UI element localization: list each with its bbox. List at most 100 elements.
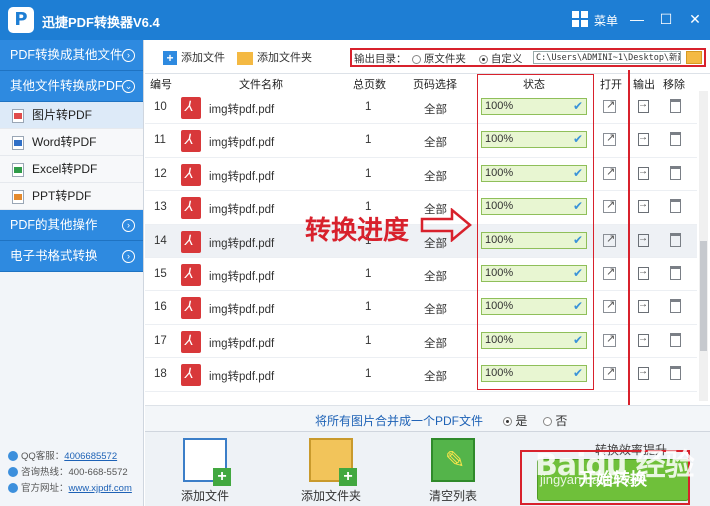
row-range[interactable]: 全部 — [424, 268, 447, 284]
sidebar-item-label: PPT转PDF — [32, 189, 92, 203]
row-index: 13 — [154, 201, 167, 214]
table-row[interactable]: 11 img转pdf.pdf 1 全部 100%✔ — [145, 124, 697, 158]
maximize-icon[interactable]: ☐ — [658, 10, 674, 28]
row-index: 11 — [154, 134, 166, 147]
add-folder-large-label: 添加文件夹 — [300, 489, 361, 503]
app-title: 迅捷PDF转换器V6.4 — [42, 15, 160, 30]
table-row[interactable]: 17 img转pdf.pdf 1 全部 100%✔ — [145, 325, 697, 359]
table-row[interactable]: 15 img转pdf.pdf 1 全部 100%✔ — [145, 258, 697, 292]
radio-label: 是 — [515, 414, 528, 428]
add-folder-large-button[interactable]: 添加文件夹 — [291, 438, 371, 504]
broom-icon — [431, 438, 475, 482]
open-icon[interactable] — [603, 131, 616, 147]
output-icon[interactable] — [638, 266, 649, 280]
pdf-file-icon — [181, 230, 201, 253]
trash-icon[interactable] — [670, 299, 681, 314]
merge-no-radio[interactable]: 否 — [543, 412, 567, 429]
output-icon[interactable] — [638, 99, 649, 113]
output-path-field[interactable]: C:\Users\ADMINI~1\Desktop\新建文 — [533, 51, 681, 64]
qq-link[interactable]: 4006685572 — [64, 451, 117, 462]
menu-grid-icon[interactable] — [572, 11, 588, 27]
chevron-right-icon: › — [122, 250, 135, 263]
close-icon[interactable]: ✕ — [687, 10, 703, 28]
merge-yes-radio[interactable]: 是 — [503, 412, 527, 429]
row-range[interactable]: 全部 — [424, 335, 447, 351]
row-pages: 1 — [365, 368, 372, 381]
trash-icon[interactable] — [670, 366, 681, 381]
sidebar-section-pdf-other-ops[interactable]: PDF的其他操作 › — [0, 210, 143, 241]
add-folder-icon — [309, 438, 357, 486]
open-icon[interactable] — [603, 198, 616, 214]
row-index: 18 — [154, 368, 167, 381]
output-icon[interactable] — [638, 366, 649, 381]
radio-label: 原文件夹 — [423, 53, 466, 65]
row-pages: 1 — [365, 134, 372, 147]
sidebar-section-ebook-convert[interactable]: 电子书格式转换 › — [0, 241, 143, 272]
table-row[interactable]: 10 img转pdf.pdf 1 全部 100%✔ — [145, 91, 697, 125]
sidebar-section-other-to-pdf[interactable]: 其他文件转换成PDF ⌄ — [0, 71, 143, 102]
add-file-button[interactable]: + 添加文件 — [163, 49, 225, 66]
trash-icon[interactable] — [670, 132, 681, 147]
trash-icon[interactable] — [670, 232, 681, 247]
sidebar-section-pdf-to-other[interactable]: PDF转换成其他文件 › — [0, 40, 143, 71]
table-row[interactable]: 18 img转pdf.pdf 1 全部 100%✔ — [145, 358, 697, 392]
pdf-file-icon — [181, 130, 201, 153]
chevron-right-icon: › — [122, 219, 135, 232]
row-range[interactable]: 全部 — [424, 301, 447, 317]
open-icon[interactable] — [603, 332, 616, 347]
open-icon[interactable] — [603, 98, 616, 113]
sidebar-section-label: PDF的其他操作 — [10, 218, 98, 232]
output-icon[interactable] — [638, 199, 649, 214]
scrollbar-thumb[interactable] — [700, 241, 707, 351]
status-highlight-frame — [477, 74, 594, 390]
output-icon[interactable] — [638, 333, 649, 347]
radio-original-folder[interactable]: 原文件夹 — [412, 51, 466, 66]
output-icon[interactable] — [638, 233, 649, 247]
add-folder-button[interactable]: 添加文件夹 — [237, 49, 312, 65]
row-range[interactable]: 全部 — [424, 168, 447, 184]
header-remove: 移除 — [663, 79, 685, 91]
row-filename: img转pdf.pdf — [209, 237, 275, 250]
table-row[interactable]: 12 img转pdf.pdf 1 全部 100%✔ — [145, 158, 697, 192]
open-icon[interactable] — [603, 365, 616, 381]
row-index: 17 — [154, 334, 167, 347]
radio-custom-folder[interactable]: 自定义 — [479, 51, 522, 66]
sidebar-item-excel-to-pdf[interactable]: Excel转PDF — [0, 156, 143, 183]
row-range[interactable]: 全部 — [424, 368, 447, 384]
pdf-file-icon — [181, 97, 201, 119]
browse-folder-icon[interactable] — [686, 51, 702, 64]
row-index: 14 — [154, 234, 167, 247]
row-index: 12 — [154, 167, 167, 180]
trash-icon[interactable] — [670, 199, 681, 214]
radio-label: 自定义 — [490, 53, 523, 65]
sidebar-item-ppt-to-pdf[interactable]: PPT转PDF — [0, 183, 143, 210]
site-link[interactable]: www.xjpdf.com — [69, 483, 132, 494]
vertical-scrollbar[interactable] — [699, 91, 708, 401]
output-icon[interactable] — [638, 299, 649, 314]
output-icon[interactable] — [638, 132, 649, 147]
table-row[interactable]: 16 img转pdf.pdf 1 全部 100%✔ — [145, 291, 697, 325]
row-range[interactable]: 全部 — [424, 134, 447, 150]
row-filename: img转pdf.pdf — [209, 104, 275, 116]
row-filename: img转pdf.pdf — [209, 170, 275, 183]
open-icon[interactable] — [603, 165, 616, 180]
radio-selected-icon — [479, 54, 488, 64]
sidebar-item-word-to-pdf[interactable]: Word转PDF — [0, 129, 143, 156]
row-range[interactable]: 全部 — [424, 101, 447, 117]
open-icon[interactable] — [603, 298, 616, 314]
menu-button[interactable]: 菜单 — [594, 12, 618, 29]
clear-list-label: 清空列表 — [428, 489, 477, 503]
minimize-icon[interactable]: — — [629, 10, 645, 28]
open-icon[interactable] — [603, 265, 616, 280]
pdf-file-icon — [181, 364, 201, 387]
trash-icon[interactable] — [670, 265, 681, 280]
add-file-large-button[interactable]: 添加文件 — [165, 438, 245, 504]
trash-icon[interactable] — [670, 332, 681, 347]
output-icon[interactable] — [638, 166, 649, 180]
folder-icon — [237, 51, 253, 65]
trash-icon[interactable] — [670, 99, 681, 113]
open-icon[interactable] — [603, 232, 616, 247]
trash-icon[interactable] — [670, 165, 681, 180]
sidebar-item-image-to-pdf[interactable]: 图片转PDF — [0, 102, 143, 129]
clear-list-button[interactable]: 清空列表 — [413, 438, 493, 504]
